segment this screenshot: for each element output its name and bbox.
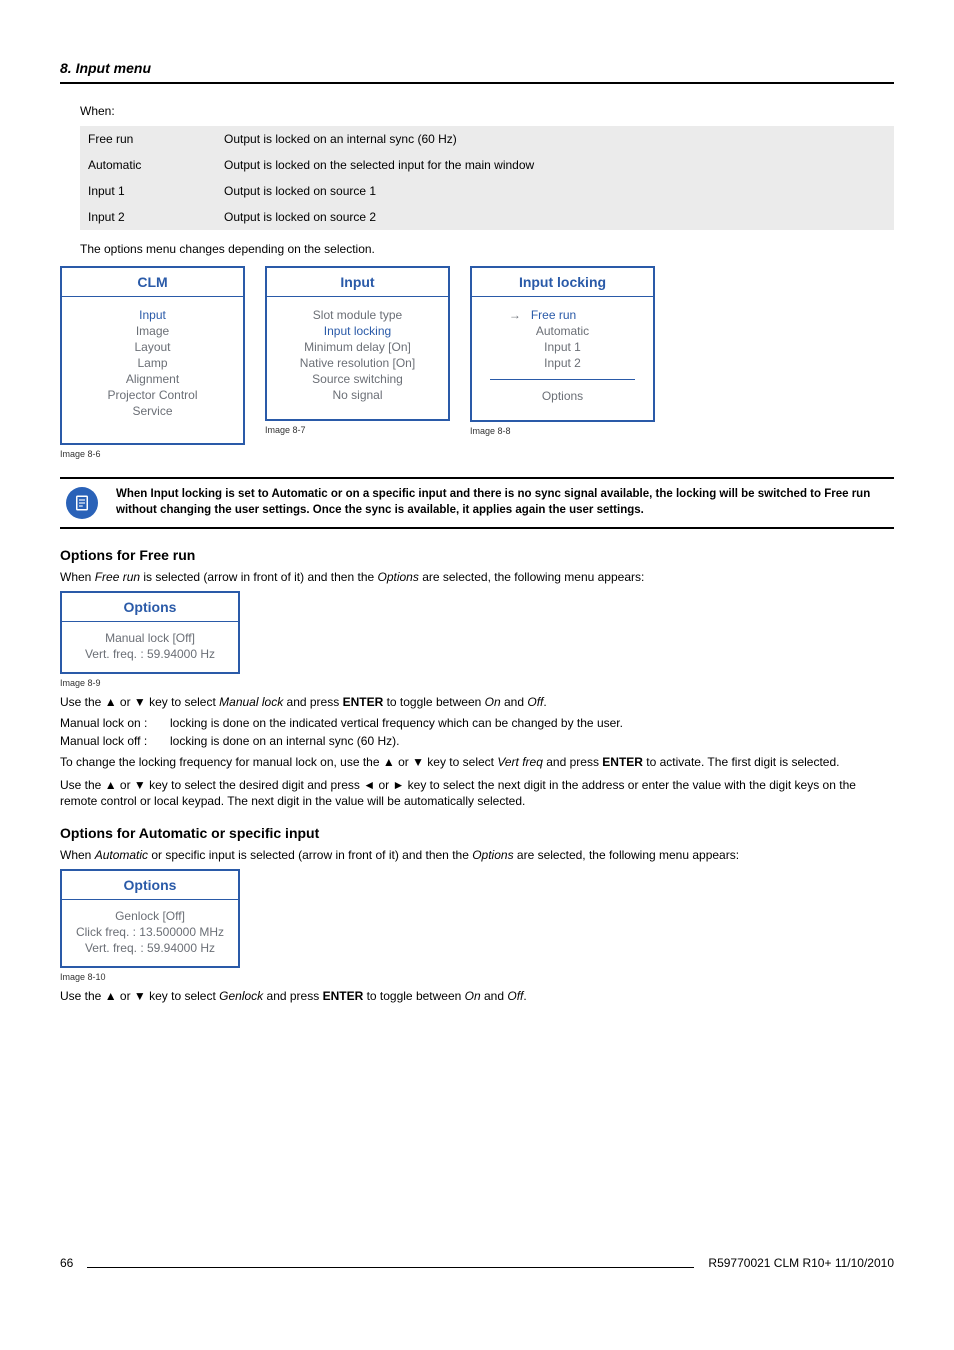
info-note-text: When Input locking is set to Automatic o…	[116, 487, 894, 518]
menu-item: Source switching	[275, 371, 440, 387]
definition-term: Manual lock off :	[60, 734, 170, 748]
menu-item: Alignment	[70, 371, 235, 387]
menu-item: Input 1	[480, 339, 645, 355]
menu-item: Genlock [Off]	[68, 908, 232, 924]
footer-rule	[87, 1267, 694, 1268]
menu-item-highlight: Input locking	[275, 323, 440, 339]
menu-item: No signal	[275, 387, 440, 403]
input-menu-box: Input Slot module type Input locking Min…	[265, 266, 450, 421]
menu-item: Layout	[70, 339, 235, 355]
opt-name: Automatic	[80, 152, 216, 178]
auto-use-line: Use the ▲ or ▼ key to select Genlock and…	[60, 988, 894, 1004]
menu-title: CLM	[62, 268, 243, 297]
menu-item-selected: Input	[70, 307, 235, 323]
menu-item-selected: Free run	[531, 308, 576, 322]
menu-title: Input locking	[472, 268, 653, 297]
free-run-use-line: Use the ▲ or ▼ key to select Manual lock…	[60, 694, 894, 710]
section-free-run-title: Options for Free run	[60, 547, 894, 563]
table-row: Free run Output is locked on an internal…	[80, 126, 894, 152]
menu-item: Minimum delay [On]	[275, 339, 440, 355]
image-caption: Image 8-9	[60, 678, 240, 688]
menu-item: Automatic	[480, 323, 645, 339]
menu-item-options: Options	[480, 388, 645, 404]
menu-item: Lamp	[70, 355, 235, 371]
menu-item: Vert. freq. : 59.94000 Hz	[68, 646, 232, 662]
info-note-icon	[66, 487, 98, 519]
image-caption: Image 8-10	[60, 972, 240, 982]
menu-item: Native resolution [On]	[275, 355, 440, 371]
free-run-intro: When Free run is selected (arrow in fron…	[60, 569, 894, 585]
header-rule	[60, 82, 894, 84]
opt-desc: Output is locked on source 1	[216, 178, 894, 204]
options-free-run-menu: Options Manual lock [Off] Vert. freq. : …	[60, 591, 240, 674]
page-header-title: 8. Input menu	[60, 60, 894, 76]
arrow-right-icon: →	[509, 308, 521, 322]
image-caption: Image 8-7	[265, 425, 450, 435]
clm-menu-box: CLM Input Image Layout Lamp Alignment Pr…	[60, 266, 245, 445]
opt-name: Input 1	[80, 178, 216, 204]
menu-item: Image	[70, 323, 235, 339]
menu-title: Options	[62, 871, 238, 900]
free-run-digit-nav: Use the ▲ or ▼ key to select the desired…	[60, 777, 894, 809]
definition-row: Manual lock off : locking is done on an …	[60, 734, 894, 748]
definition-row: Manual lock on : locking is done on the …	[60, 716, 894, 730]
opt-desc: Output is locked on the selected input f…	[216, 152, 894, 178]
opt-name: Free run	[80, 126, 216, 152]
document-icon	[73, 494, 91, 512]
options-change-note: The options menu changes depending on th…	[80, 242, 894, 256]
definition-term: Manual lock on :	[60, 716, 170, 730]
menu-item: Vert. freq. : 59.94000 Hz	[68, 940, 232, 956]
menu-title: Input	[267, 268, 448, 297]
when-label: When:	[80, 104, 894, 118]
menu-item: Projector Control	[70, 387, 235, 403]
image-caption: Image 8-8	[470, 426, 655, 436]
footer-doc-id: R59770021 CLM R10+ 11/10/2010	[708, 1256, 894, 1270]
options-table: Free run Output is locked on an internal…	[80, 126, 894, 230]
menu-separator	[490, 379, 635, 380]
section-auto-title: Options for Automatic or specific input	[60, 825, 894, 841]
page-footer: 66 R59770021 CLM R10+ 11/10/2010	[60, 1256, 894, 1270]
definition-desc: locking is done on the indicated vertica…	[170, 716, 623, 730]
menu-item: Click freq. : 13.500000 MHz	[68, 924, 232, 940]
table-row: Input 2 Output is locked on source 2	[80, 204, 894, 230]
opt-desc: Output is locked on source 2	[216, 204, 894, 230]
image-caption: Image 8-6	[60, 449, 245, 459]
page-number: 66	[60, 1256, 73, 1270]
definition-desc: locking is done on an internal sync (60 …	[170, 734, 399, 748]
menu-item: Slot module type	[275, 307, 440, 323]
table-row: Input 1 Output is locked on source 1	[80, 178, 894, 204]
menu-item: Manual lock [Off]	[68, 630, 232, 646]
menu-item: Service	[70, 403, 235, 419]
free-run-change-freq: To change the locking frequency for manu…	[60, 754, 894, 770]
table-row: Automatic Output is locked on the select…	[80, 152, 894, 178]
menu-title: Options	[62, 593, 238, 622]
info-note: When Input locking is set to Automatic o…	[60, 477, 894, 529]
opt-desc: Output is locked on an internal sync (60…	[216, 126, 894, 152]
options-auto-menu: Options Genlock [Off] Click freq. : 13.5…	[60, 869, 240, 968]
menu-item: Input 2	[480, 355, 645, 371]
input-locking-menu-box: Input locking → Free run Automatic Input…	[470, 266, 655, 422]
opt-name: Input 2	[80, 204, 216, 230]
auto-intro: When Automatic or specific input is sele…	[60, 847, 894, 863]
